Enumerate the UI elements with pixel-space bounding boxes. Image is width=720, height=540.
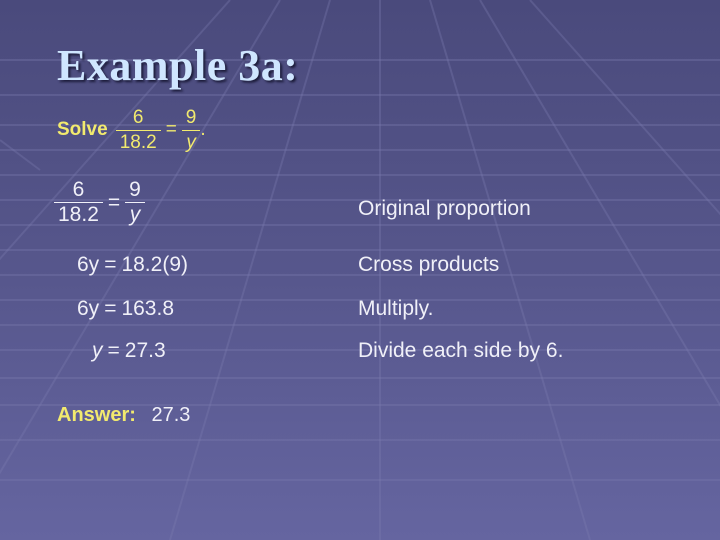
equals-sign: = <box>107 190 121 214</box>
lhs: y <box>92 339 103 362</box>
denominator: y <box>129 203 141 226</box>
rhs: 27.3 <box>124 339 166 362</box>
lhs: 6y <box>77 253 100 276</box>
step-1-equation: 6 18.2 = 9 y <box>54 178 145 227</box>
step-1-note: Original proportion <box>358 197 531 220</box>
step-4-note: Divide each side by 6. <box>358 339 564 362</box>
equals-sign: = <box>104 253 117 276</box>
equals-sign: = <box>107 339 120 362</box>
equals-sign: = <box>104 297 117 320</box>
denominator: 18.2 <box>58 203 99 226</box>
answer-label: Answer: <box>57 404 136 426</box>
step-2-equation: 6y = 18.2(9) <box>77 253 188 277</box>
fraction-rhs: 9 y <box>181 106 201 155</box>
lhs: 6y <box>77 297 100 320</box>
numerator: 6 <box>132 106 144 128</box>
numerator: 9 <box>129 178 141 201</box>
step-3-note: Multiply. <box>358 297 434 320</box>
numerator: 9 <box>185 106 197 128</box>
rhs: 18.2(9) <box>121 253 188 276</box>
answer-value: 27.3 <box>151 404 191 426</box>
problem-statement: Solve 6 18.2 = 9 y . <box>57 100 206 160</box>
denominator: 18.2 <box>119 131 157 153</box>
period: . <box>200 119 206 140</box>
step-2-note: Cross products <box>358 253 500 276</box>
equals-sign: = <box>165 119 177 140</box>
step-4-equation: y = 27.3 <box>92 339 166 363</box>
fraction-lhs: 6 18.2 <box>115 106 161 155</box>
fraction-rhs: 9 y <box>125 178 145 227</box>
denominator: y <box>186 131 196 153</box>
slide-title: Example 3a: <box>57 41 299 90</box>
fraction-lhs: 6 18.2 <box>54 178 103 227</box>
rhs: 163.8 <box>121 297 175 320</box>
step-3-equation: 6y = 163.8 <box>77 297 174 321</box>
solve-label: Solve <box>57 119 108 140</box>
answer: Answer: 27.3 <box>57 404 190 427</box>
numerator: 6 <box>72 178 85 201</box>
